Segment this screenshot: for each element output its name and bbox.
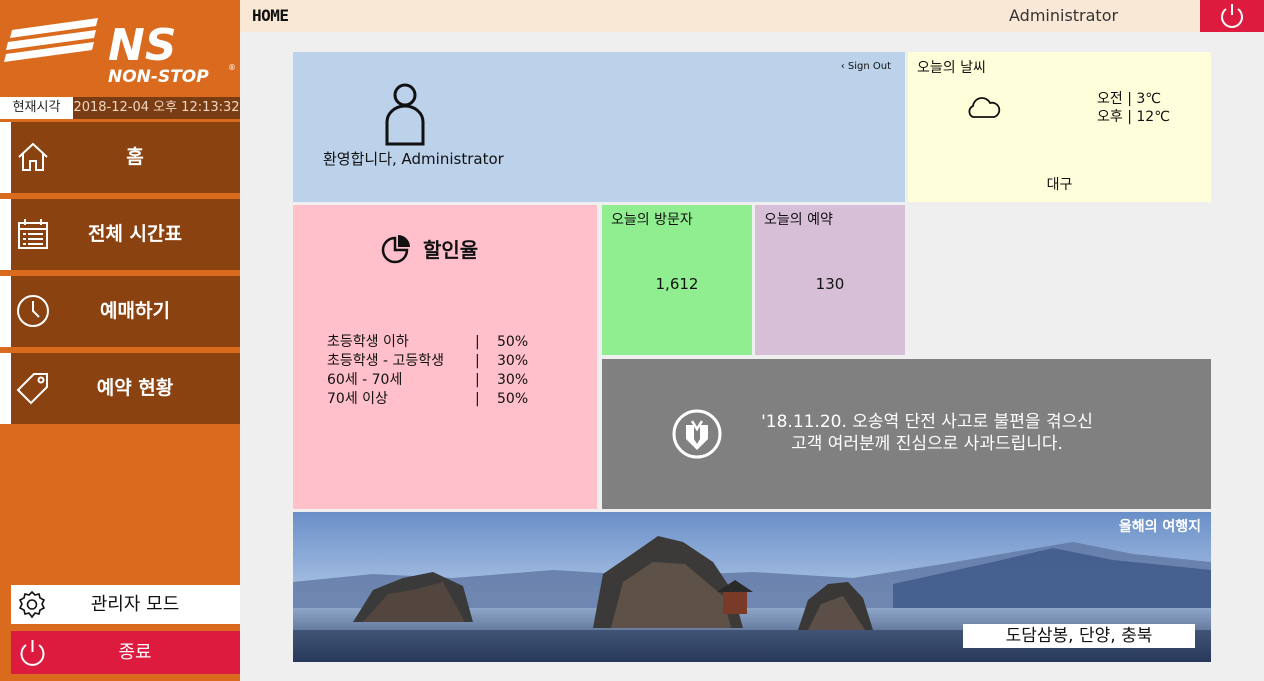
travel-title: 올해의 여행지 xyxy=(1118,519,1201,535)
admin-mode-label: 관리자 모드 xyxy=(90,594,180,615)
sign-out-label: Sign Out xyxy=(847,61,891,72)
sidebar-item-label: 예매하기 xyxy=(100,300,170,322)
sidebar-item-timetable[interactable]: 전체 시간표 xyxy=(0,199,240,270)
weather-title: 오늘의 날씨 xyxy=(917,60,986,76)
admin-mode-edge xyxy=(0,585,11,624)
discount-group: 초등학생 이하 xyxy=(327,334,409,350)
weather-city: 대구 xyxy=(1046,177,1073,193)
discount-separator: | xyxy=(475,334,480,350)
discount-row: 70세 이상 | 50% xyxy=(327,390,537,409)
discount-rate: 30% xyxy=(497,353,529,369)
discount-group: 70세 이상 xyxy=(327,391,388,407)
discount-group: 60세 - 70세 xyxy=(327,372,403,388)
non-stop-logo-icon: NS NON-STOP ® xyxy=(4,18,236,87)
discount-separator: | xyxy=(475,353,480,369)
pie-chart-icon xyxy=(381,235,410,264)
discount-tile: 할인율 초등학생 이하 | 50% 초등학생 - 고등학생 | 30% 60세 - 70… xyxy=(293,205,597,509)
sidebar-item-home[interactable]: 홈 xyxy=(0,122,240,193)
discount-group: 초등학생 - 고등학생 xyxy=(327,353,444,369)
sign-out-link[interactable]: ‹ Sign Out xyxy=(841,61,891,72)
menu-indicator xyxy=(0,276,11,347)
notice-line-1: '18.11.20. 오송역 단전 사고로 불편을 겪으신 xyxy=(761,412,1093,432)
discount-separator: | xyxy=(475,372,480,388)
current-time: 현재시각 2018-12-04 오후 12:13:32 xyxy=(0,97,240,119)
visitors-title: 오늘의 방문자 xyxy=(611,212,693,228)
quit-button[interactable]: 종료 xyxy=(0,631,240,674)
temperature-am: 오전 | 3℃ xyxy=(1097,91,1162,107)
admin-mode-button[interactable]: 관리자 모드 xyxy=(0,585,240,624)
sidebar-item-reservations[interactable]: 예약 현황 xyxy=(0,353,240,424)
current-user: Administrator xyxy=(1009,6,1119,25)
chevron-left-icon: ‹ xyxy=(840,61,848,72)
discount-title: 할인율 xyxy=(423,237,479,262)
weather-tile: 오늘의 날씨 오전 | 3℃ 오후 | 12℃ 대구 xyxy=(908,52,1211,202)
discount-header: 할인율 xyxy=(381,231,478,265)
discount-row: 초등학생 이하 | 50% xyxy=(327,333,537,352)
weather-temperatures: 오전 | 3℃ 오후 | 12℃ xyxy=(1097,90,1170,126)
reservations-tile: 오늘의 예약 130 xyxy=(755,205,905,355)
page-title: HOME xyxy=(252,6,289,25)
temperature-pm: 오후 | 12℃ xyxy=(1097,109,1170,125)
discount-rate: 50% xyxy=(497,334,529,350)
top-bar: HOME Administrator xyxy=(240,0,1264,32)
discount-rate: 50% xyxy=(497,391,529,407)
menu-indicator xyxy=(0,122,11,193)
reservations-title: 오늘의 예약 xyxy=(764,212,833,228)
travel-destination-tile: 올해의 여행지 도담삼봉, 단양, 충북 xyxy=(293,512,1211,662)
current-time-value: 2018-12-04 오후 12:13:32 xyxy=(73,97,240,119)
quit-label: 종료 xyxy=(118,642,152,663)
notice-message: '18.11.20. 오송역 단전 사고로 불편을 겪으신 고객 여러분께 진심… xyxy=(742,411,1112,455)
visitors-count: 1,612 xyxy=(655,275,699,293)
menu-indicator xyxy=(0,353,11,424)
welcome-tile: ‹ Sign Out 환영합니다, Administrator xyxy=(293,52,905,202)
discount-table: 초등학생 이하 | 50% 초등학생 - 고등학생 | 30% 60세 - 70세 | 30… xyxy=(327,333,537,409)
sidebar-item-booking[interactable]: 예매하기 xyxy=(0,276,240,347)
brand-logo: NS NON-STOP ® xyxy=(0,0,240,96)
reservations-count: 130 xyxy=(815,275,845,293)
travel-place-caption: 도담삼봉, 단양, 충북 xyxy=(963,624,1195,648)
svg-text:NON-STOP: NON-STOP xyxy=(108,67,209,87)
sidebar-item-label: 전체 시간표 xyxy=(87,223,182,245)
menu-indicator xyxy=(0,199,11,270)
quit-edge xyxy=(0,631,11,674)
user-icon xyxy=(385,83,425,146)
sidebar-item-label: 예약 현황 xyxy=(96,377,174,399)
discount-row: 초등학생 - 고등학생 | 30% xyxy=(327,352,537,371)
visitors-tile: 오늘의 방문자 1,612 xyxy=(602,205,752,355)
sidebar: NS NON-STOP ® 현재시각 2018-12-04 오후 12:13:3… xyxy=(0,0,240,681)
notice-tile: '18.11.20. 오송역 단전 사고로 불편을 겪으신 고객 여러분께 진심… xyxy=(602,359,1211,509)
notice-line-2: 고객 여러분께 진심으로 사과드립니다. xyxy=(791,434,1063,454)
discount-separator: | xyxy=(475,391,480,407)
welcome-message: 환영합니다, Administrator xyxy=(323,150,504,168)
svg-text:NS: NS xyxy=(108,20,177,71)
notice-logo-icon xyxy=(672,409,722,459)
discount-rate: 30% xyxy=(497,372,529,388)
sidebar-item-label: 홈 xyxy=(126,146,144,168)
svg-text:®: ® xyxy=(228,63,236,72)
power-icon xyxy=(1221,4,1243,28)
cloud-icon xyxy=(968,97,1001,118)
discount-row: 60세 - 70세 | 30% xyxy=(327,371,537,390)
current-time-label: 현재시각 xyxy=(0,97,73,119)
power-button[interactable] xyxy=(1200,0,1264,32)
